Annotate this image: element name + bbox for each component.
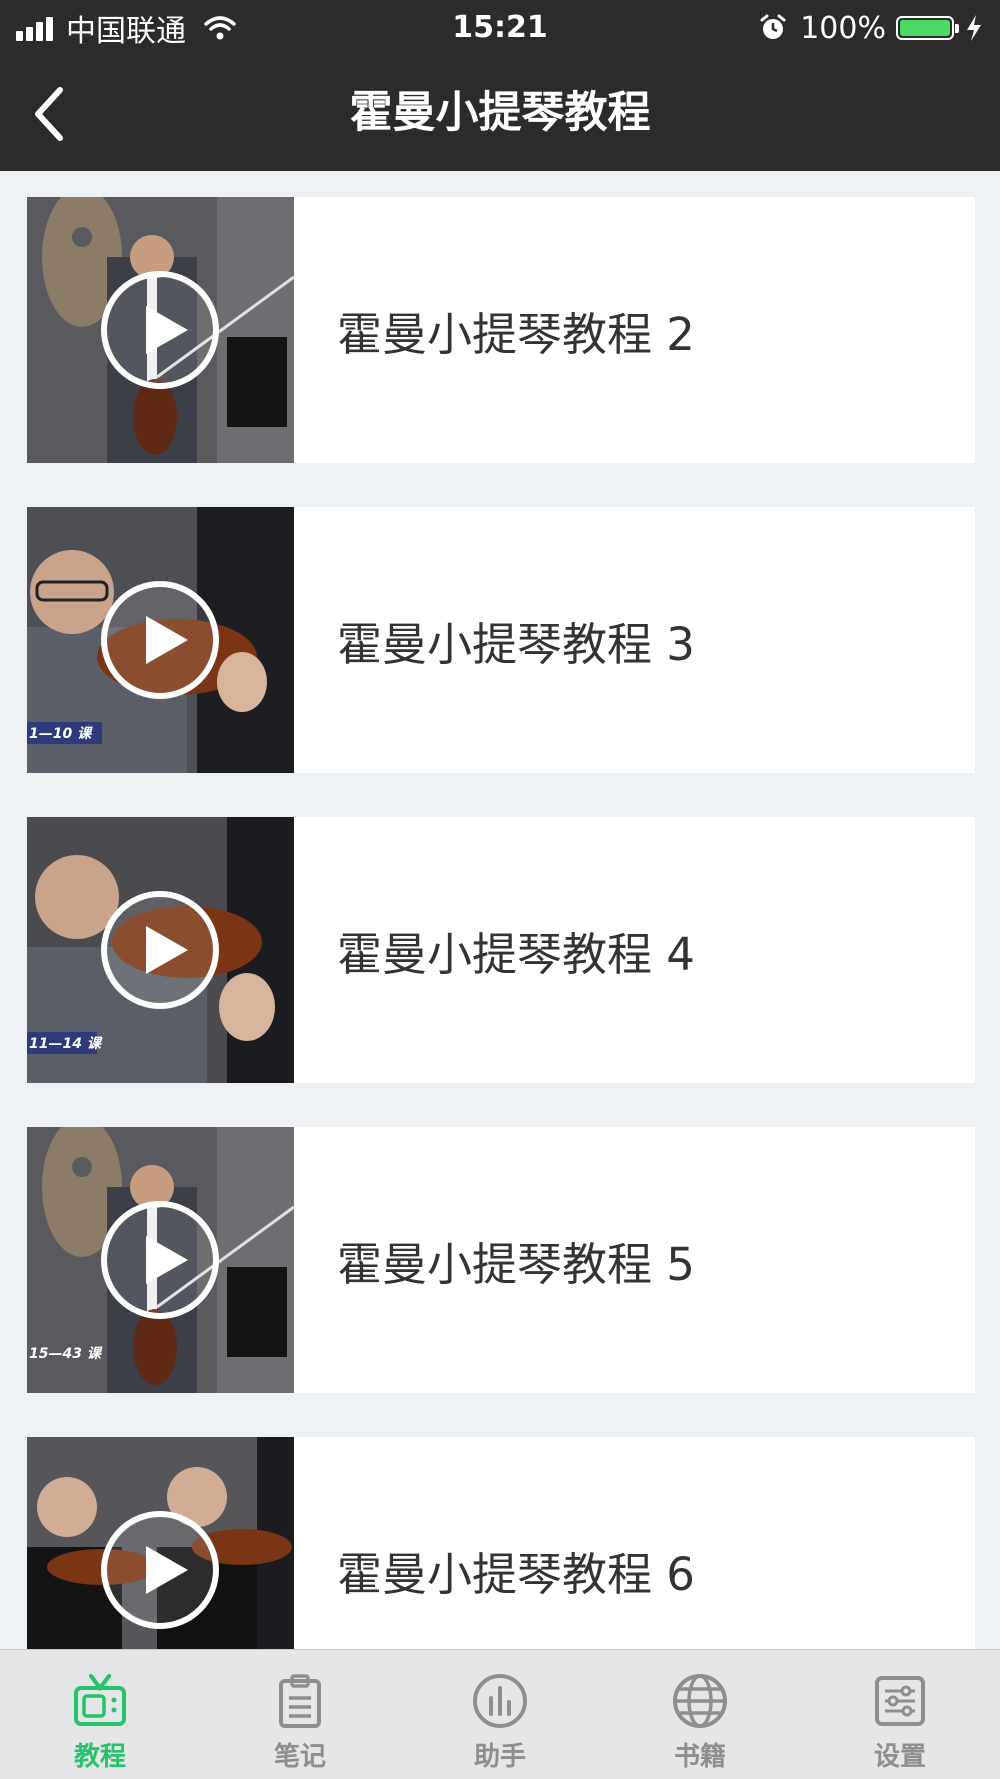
lesson-badge: 1—10 课 [29, 726, 92, 742]
video-thumbnail[interactable]: 15—43 课 [27, 1127, 294, 1393]
status-bar: 中国联通 15:21 100% [0, 0, 1000, 56]
play-icon [101, 581, 219, 699]
video-list-item[interactable]: 15—43 课 霍曼小提琴教程 5 [27, 1127, 975, 1393]
battery-icon [896, 16, 959, 40]
globe-icon [673, 1674, 727, 1728]
play-icon [101, 1511, 219, 1629]
navigation-bar: 霍曼小提琴教程 [0, 56, 1000, 171]
video-title: 霍曼小提琴教程 3 [337, 617, 695, 671]
tab-label: 设置 [873, 1742, 926, 1772]
video-thumbnail[interactable]: 11—14 课 [27, 817, 294, 1083]
video-title: 霍曼小提琴教程 4 [337, 927, 695, 981]
video-list-item[interactable]: 1—10 课 霍曼小提琴教程 3 [27, 507, 975, 773]
bar-chart-icon [473, 1674, 527, 1728]
page-title: 霍曼小提琴教程 [349, 88, 651, 138]
tab-assistant[interactable]: 助手 [400, 1650, 600, 1779]
tab-label: 书籍 [673, 1742, 726, 1772]
play-icon [101, 1201, 219, 1319]
tab-settings[interactable]: 设置 [800, 1650, 1000, 1779]
tab-bar: 教程 笔记 助手 书籍 设置 [0, 1649, 1000, 1779]
battery-percentage: 100% [800, 10, 886, 46]
video-thumbnail[interactable]: 1—10 课 [27, 507, 294, 773]
video-title: 霍曼小提琴教程 2 [337, 307, 695, 361]
alarm-icon [760, 14, 786, 39]
video-list-item[interactable]: 11—14 课 霍曼小提琴教程 4 [27, 817, 975, 1083]
tab-label: 教程 [73, 1742, 126, 1772]
charging-icon [967, 15, 981, 41]
tab-label: 笔记 [273, 1742, 326, 1772]
video-title: 霍曼小提琴教程 5 [337, 1237, 695, 1291]
video-list-item[interactable]: 霍曼小提琴教程 6 [27, 1437, 975, 1649]
video-thumbnail[interactable] [27, 1437, 294, 1649]
video-thumbnail[interactable] [27, 197, 294, 463]
play-icon [101, 271, 219, 389]
lesson-badge: 15—43 课 [29, 1346, 101, 1362]
tab-notes[interactable]: 笔记 [200, 1650, 400, 1779]
lesson-badge: 11—14 课 [29, 1036, 101, 1052]
play-icon [101, 891, 219, 1009]
sliders-icon [875, 1676, 925, 1726]
tab-tutorials[interactable]: 教程 [0, 1650, 200, 1779]
video-title: 霍曼小提琴教程 6 [337, 1547, 695, 1601]
tab-label: 助手 [473, 1742, 526, 1772]
video-list[interactable]: 霍曼小提琴教程 2 1—10 课 霍曼小提琴教程 3 11—14 课 霍曼小提琴… [0, 171, 1000, 1649]
tv-icon [74, 1674, 126, 1726]
clipboard-icon [279, 1674, 321, 1728]
tab-books[interactable]: 书籍 [600, 1650, 800, 1779]
video-list-item[interactable]: 霍曼小提琴教程 2 [27, 197, 975, 463]
